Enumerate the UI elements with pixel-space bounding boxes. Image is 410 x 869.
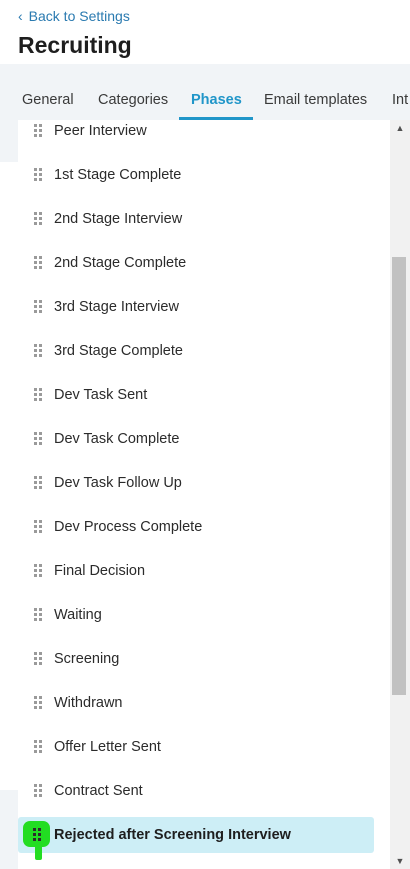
page-title: Recruiting xyxy=(18,32,132,58)
phase-label: 3rd Stage Interview xyxy=(54,299,179,315)
drag-handle-icon[interactable] xyxy=(33,388,43,402)
phase-row[interactable]: Dev Task Sent xyxy=(18,373,374,417)
phase-label: 3rd Stage Complete xyxy=(54,343,183,359)
phases-list: Peer Interview 1st Stage Complete 2nd Stag… xyxy=(0,120,390,869)
phase-row[interactable]: Dev Task Follow Up xyxy=(18,461,374,505)
drag-handle-icon[interactable] xyxy=(33,608,43,622)
tab-email-templates[interactable]: Email templates xyxy=(264,64,367,120)
phase-row[interactable]: 2nd Stage Interview xyxy=(18,197,374,241)
phase-row[interactable]: Dev Process Complete xyxy=(18,505,374,549)
phase-label: 2nd Stage Complete xyxy=(54,255,187,271)
phase-row[interactable]: Contract Sent xyxy=(18,769,374,813)
drag-handle-icon[interactable] xyxy=(33,740,43,754)
chevron-left-icon: ‹ xyxy=(18,8,23,24)
phase-label: Final Decision xyxy=(54,563,146,579)
drag-handle-icon[interactable] xyxy=(33,696,43,710)
drag-handle-icon[interactable] xyxy=(33,476,43,490)
tab-int[interactable]: Int xyxy=(392,64,408,120)
drag-handle-icon[interactable] xyxy=(33,564,43,578)
drag-handle-icon[interactable] xyxy=(33,652,43,666)
drag-handle-icon[interactable] xyxy=(33,520,43,534)
drag-handle-icon[interactable] xyxy=(33,212,43,226)
tab-categories[interactable]: Categories xyxy=(98,64,168,120)
phase-label: Dev Process Complete xyxy=(54,519,203,535)
phase-row[interactable]: Rejected after Screening Interview xyxy=(18,817,374,853)
gutter xyxy=(0,790,18,869)
drag-handle-icon[interactable] xyxy=(33,784,43,798)
tab-bar: General Categories Phases Email template… xyxy=(0,64,410,120)
gutter xyxy=(0,120,18,162)
phase-label: Dev Task Follow Up xyxy=(54,475,182,491)
back-to-settings-link[interactable]: ‹ Back to Settings xyxy=(18,6,130,26)
triangle-down-icon[interactable]: ▼ xyxy=(390,853,410,869)
scrollbar[interactable]: ▲ ▼ xyxy=(390,120,410,869)
phase-label: Waiting xyxy=(54,607,102,623)
phase-row[interactable]: Withdrawn xyxy=(18,681,374,725)
phase-row[interactable]: 2nd Stage Complete xyxy=(18,241,374,285)
drag-cursor-icon xyxy=(23,821,50,860)
phase-row[interactable]: Peer Interview xyxy=(18,120,374,153)
phase-row[interactable]: Final Decision xyxy=(18,549,374,593)
tab-phases[interactable]: Phases xyxy=(179,64,253,120)
phase-label: Screening xyxy=(54,651,120,667)
drag-handle-icon[interactable] xyxy=(33,168,43,182)
phase-label: Dev Task Complete xyxy=(54,431,180,447)
tab-general[interactable]: General xyxy=(22,64,74,120)
phase-row[interactable]: Screening xyxy=(18,637,374,681)
triangle-up-icon[interactable]: ▲ xyxy=(390,120,410,136)
phase-label: 2nd Stage Interview xyxy=(54,211,183,227)
phase-label: Peer Interview xyxy=(54,123,147,139)
phase-label: Rejected after Screening Interview xyxy=(54,827,291,843)
phase-row[interactable]: 3rd Stage Interview xyxy=(18,285,374,329)
phase-row[interactable]: 1st Stage Complete xyxy=(18,153,374,197)
drag-handle-icon[interactable] xyxy=(33,432,43,446)
phase-row[interactable]: Dev Task Complete xyxy=(18,417,374,461)
drag-handle-icon[interactable] xyxy=(33,344,43,358)
scroll-thumb[interactable] xyxy=(392,257,406,695)
back-link-label: Back to Settings xyxy=(28,8,130,24)
phase-row[interactable]: Offer Letter Sent xyxy=(18,725,374,769)
phase-row[interactable]: 3rd Stage Complete xyxy=(18,329,374,373)
drag-handle-icon[interactable] xyxy=(33,300,43,314)
drag-handle-icon[interactable] xyxy=(33,256,43,270)
phase-label: Contract Sent xyxy=(54,783,143,799)
phase-label: 1st Stage Complete xyxy=(54,167,182,183)
phase-label: Withdrawn xyxy=(54,695,123,711)
phase-row[interactable]: Waiting xyxy=(18,593,374,637)
drag-handle-icon[interactable] xyxy=(33,124,43,138)
phase-label: Offer Letter Sent xyxy=(54,739,161,755)
phase-label: Dev Task Sent xyxy=(54,387,148,403)
